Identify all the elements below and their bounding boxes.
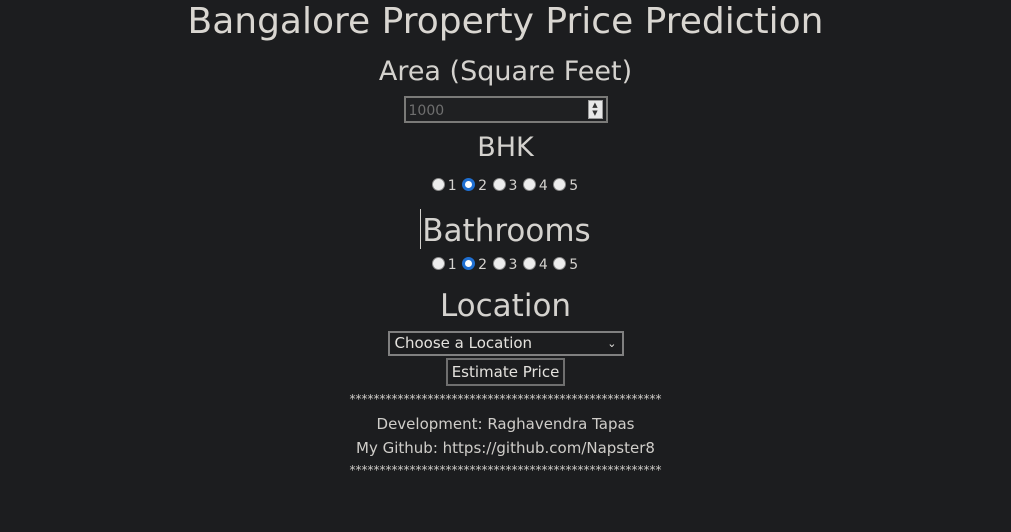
radio-button[interactable]	[522, 178, 536, 191]
radio-button[interactable]	[522, 257, 536, 270]
radio-button-checked[interactable]	[462, 257, 476, 270]
github-link-text: My Github: https://github.com/Napster8	[356, 439, 655, 457]
chevron-down-icon: ⌄	[607, 337, 617, 350]
bhk-option-2[interactable]: 2	[462, 177, 487, 195]
area-input-placeholder: 1000	[408, 103, 445, 119]
bath-option-label: 2	[478, 257, 488, 273]
bhk-heading: BHK	[477, 132, 534, 163]
spinner-down-icon[interactable]: ▼	[589, 109, 602, 117]
bhk-option-4[interactable]: 4	[522, 177, 548, 195]
estimate-price-button[interactable]: Estimate Price	[445, 358, 566, 386]
bath-option-label: 3	[508, 257, 518, 273]
radio-button[interactable]	[553, 257, 567, 270]
bath-option-label: 1	[447, 257, 457, 273]
page-title: Bangalore Property Price Prediction	[187, 1, 824, 42]
radio-button[interactable]	[553, 178, 567, 191]
area-input[interactable]: 1000 ▲ ▼	[403, 96, 608, 123]
estimate-button-wrap: Estimate Price	[0, 358, 1011, 386]
bath-option-1[interactable]: 1	[431, 256, 457, 274]
app-page: Bangalore Property Price Prediction Area…	[0, 0, 1011, 532]
bhk-option-1[interactable]: 1	[431, 177, 457, 195]
radio-button[interactable]	[431, 178, 445, 191]
bhk-option-label: 2	[478, 178, 488, 194]
bhk-option-3[interactable]: 3	[492, 177, 518, 195]
bhk-option-label: 5	[569, 178, 579, 194]
bhk-option-label: 4	[538, 178, 548, 194]
bhk-option-label: 3	[508, 178, 518, 194]
bhk-radio-group: 1 2 3 4 5	[0, 177, 1011, 195]
bath-option-3[interactable]: 3	[492, 256, 518, 274]
radio-button[interactable]	[492, 178, 506, 191]
location-select-value: Choose a Location	[394, 334, 533, 352]
bath-option-2[interactable]: 2	[462, 256, 487, 274]
bhk-option-5[interactable]: 5	[553, 177, 578, 195]
bath-option-4[interactable]: 4	[522, 256, 548, 274]
area-field-wrap: 1000 ▲ ▼	[0, 96, 1011, 126]
radio-button-checked[interactable]	[462, 178, 476, 191]
separator-top: ****************************************…	[349, 392, 662, 406]
bath-option-label: 4	[538, 257, 548, 273]
location-select[interactable]: Choose a Location ⌄	[387, 331, 624, 356]
bathrooms-heading: Bathrooms	[422, 213, 591, 249]
bath-option-label: 5	[569, 257, 579, 273]
location-select-wrap: Choose a Location ⌄	[0, 331, 1011, 356]
location-heading: Location	[439, 288, 572, 324]
bathrooms-heading-wrap: Bathrooms	[0, 209, 1011, 250]
radio-button[interactable]	[431, 257, 445, 270]
bhk-option-label: 1	[447, 178, 457, 194]
spinner-up-icon[interactable]: ▲	[589, 101, 602, 109]
radio-button[interactable]	[492, 257, 506, 270]
bath-option-5[interactable]: 5	[553, 256, 578, 274]
area-heading: Area (Square Feet)	[378, 56, 633, 87]
separator-bottom: ****************************************…	[349, 463, 662, 477]
area-spinner[interactable]: ▲ ▼	[587, 100, 603, 119]
development-credit: Development: Raghavendra Tapas	[376, 415, 635, 433]
bathrooms-radio-group: 1 2 3 4 5	[0, 256, 1011, 274]
